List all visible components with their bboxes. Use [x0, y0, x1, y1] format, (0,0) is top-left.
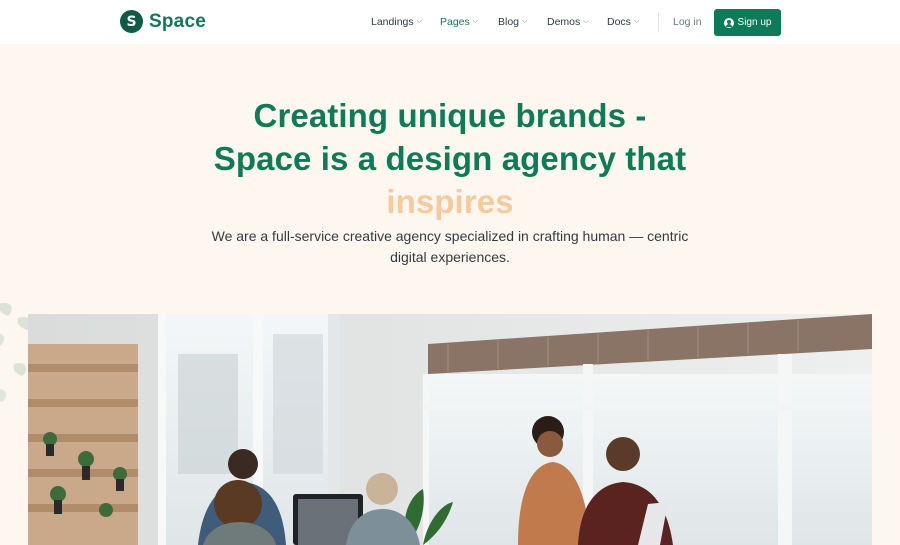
chevron-down-icon: ⌵	[633, 18, 640, 25]
nav-item-demos[interactable]: Demos ⌵	[547, 16, 589, 28]
signup-label: Sign up	[737, 17, 772, 28]
hero-subtitle-line: digital experiences.	[390, 249, 510, 265]
user-circle-icon	[723, 17, 734, 28]
main-nav: Landings ⌵ Pages ⌵ Blog ⌵ Demos ⌵ Docs ⌵…	[0, 0, 900, 44]
office-scene-illustration	[28, 314, 872, 545]
hero-title-line: Space is a design agency that	[213, 140, 687, 177]
nav-item-label: Pages	[440, 16, 470, 28]
chevron-down-icon: ⌵	[472, 18, 479, 25]
nav-item-pages[interactable]: Pages ⌵	[440, 16, 478, 28]
nav-item-blog[interactable]: Blog ⌵	[498, 16, 527, 28]
chevron-down-icon: ⌵	[522, 18, 528, 25]
nav-item-label: Demos	[547, 16, 581, 28]
nav-item-docs[interactable]: Docs ⌵	[607, 16, 639, 28]
login-link[interactable]: Log in	[673, 16, 702, 28]
hero-title-line: Creating unique brands -	[253, 97, 647, 134]
chevron-down-icon: ⌵	[583, 18, 589, 25]
hero-title: Creating unique brands - Space is a desi…	[0, 94, 900, 223]
hero-subtitle: We are a full-service creative agency sp…	[200, 226, 700, 268]
nav-item-label: Landings	[371, 16, 414, 28]
nav-item-label: Blog	[498, 16, 520, 28]
chevron-down-icon: ⌵	[416, 18, 422, 25]
nav-item-label: Docs	[607, 16, 631, 28]
hero-title-accent: inspires	[386, 183, 514, 220]
hero-subtitle-line: We are a full-service creative agency sp…	[211, 228, 689, 244]
site-header: S Space Landings ⌵ Pages ⌵ Blog ⌵ Demos …	[0, 0, 900, 44]
team-working-in-office-photo	[28, 314, 872, 545]
nav-divider	[658, 12, 659, 32]
nav-item-landings[interactable]: Landings ⌵	[371, 16, 422, 28]
page: S Space Landings ⌵ Pages ⌵ Blog ⌵ Demos …	[0, 0, 900, 545]
signup-button[interactable]: Sign up	[714, 9, 781, 36]
